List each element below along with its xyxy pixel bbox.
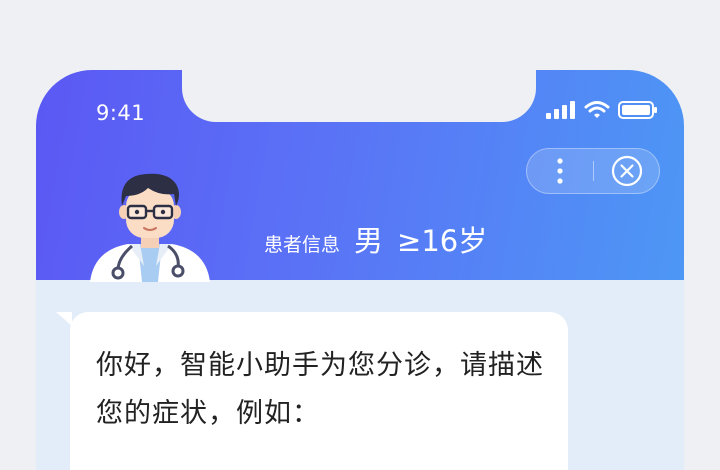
patient-info: 患者信息 男 ≥16岁 bbox=[264, 218, 487, 260]
doctor-avatar bbox=[90, 173, 210, 282]
phone-screen: 9:41 患者信息 男 ≥16岁 你好，智能小助手为您分诊，请描述您的症状，例如… bbox=[36, 70, 684, 470]
battery-icon bbox=[618, 101, 657, 119]
close-circle-icon bbox=[611, 155, 643, 187]
more-button[interactable] bbox=[527, 149, 593, 193]
bubble-tail bbox=[56, 312, 72, 326]
patient-gender: 男 bbox=[354, 224, 384, 258]
status-icons bbox=[546, 100, 658, 120]
cellular-signal-icon bbox=[546, 101, 575, 119]
header: 9:41 患者信息 男 ≥16岁 bbox=[36, 70, 684, 282]
more-vertical-icon bbox=[557, 158, 563, 184]
assistant-message-text: 你好，智能小助手为您分诊，请描述您的症状，例如： bbox=[96, 350, 544, 429]
close-button[interactable] bbox=[594, 149, 660, 193]
mini-program-capsule bbox=[526, 148, 660, 194]
assistant-message-bubble: 你好，智能小助手为您分诊，请描述您的症状，例如： bbox=[56, 312, 568, 470]
notch bbox=[182, 70, 536, 122]
wifi-icon bbox=[584, 101, 610, 118]
patient-age: ≥16岁 bbox=[397, 224, 488, 258]
status-time: 9:41 bbox=[96, 101, 146, 125]
patient-info-label: 患者信息 bbox=[264, 234, 341, 256]
